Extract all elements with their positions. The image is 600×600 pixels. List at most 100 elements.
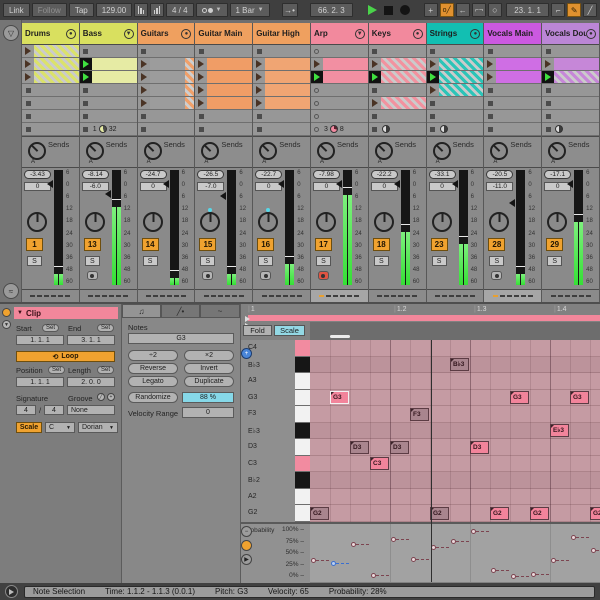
clip-slot[interactable] (79, 84, 137, 97)
group-circle-icon[interactable]: ● (470, 28, 481, 39)
clip-slot[interactable] (22, 71, 79, 84)
note-transform-duplicate[interactable]: Duplicate (184, 376, 234, 387)
piano-key[interactable] (295, 455, 310, 473)
clip-slot[interactable] (542, 97, 599, 110)
punch-out-button[interactable]: ╱ (583, 3, 598, 17)
clip-launch-button[interactable] (311, 97, 323, 109)
arm-button[interactable] (260, 271, 272, 280)
probability-marker[interactable] (491, 567, 496, 573)
clip-launch-button[interactable] (79, 71, 92, 83)
clip-slot[interactable] (368, 45, 426, 58)
probability-marker[interactable] (311, 557, 316, 563)
loop-toggle-button[interactable]: ⟲ Loop (16, 351, 115, 362)
clip-slot[interactable] (542, 71, 599, 84)
clip-slot[interactable] (368, 84, 426, 97)
clip-launch-button[interactable] (195, 110, 207, 122)
clip-launch-button[interactable] (80, 123, 92, 135)
set-end-button[interactable]: Set (97, 324, 115, 332)
piano-key[interactable] (295, 373, 310, 390)
session-expand-button[interactable]: ▽ (3, 25, 19, 41)
clip-slot[interactable] (79, 97, 137, 110)
clip-launch-button[interactable] (195, 58, 207, 70)
clip-slot[interactable] (253, 97, 310, 110)
solo-button[interactable]: S (84, 256, 100, 266)
track-number-activator[interactable]: 1 (26, 238, 43, 251)
group-circle-icon[interactable]: ● (585, 28, 596, 39)
nudge-down-button[interactable] (134, 3, 149, 17)
track-number-activator[interactable]: 23 (430, 238, 448, 251)
clip-launch-button[interactable] (369, 123, 381, 135)
loop-length-field[interactable]: 2. 0. 0 (67, 377, 115, 387)
clip-slot[interactable] (310, 84, 368, 97)
track-number-activator[interactable]: 28 (488, 238, 506, 251)
clip-slot[interactable] (484, 58, 542, 71)
solo-button[interactable]: S (373, 256, 389, 266)
clip-slot[interactable] (22, 97, 79, 110)
volume-fader-handle[interactable] (278, 179, 285, 188)
fold-button[interactable]: Fold (243, 325, 272, 336)
clip-launch-button[interactable] (138, 123, 150, 135)
probability-marker[interactable] (531, 571, 536, 577)
midi-note[interactable]: C3 (370, 457, 389, 471)
crossfade-assign-row[interactable] (368, 289, 426, 302)
velocity-range-field[interactable]: 0 (182, 407, 234, 418)
piano-key[interactable] (295, 356, 310, 374)
clip-slot[interactable] (542, 58, 599, 71)
clip-slot[interactable] (426, 71, 484, 84)
metronome-button[interactable]: ▼ (195, 3, 228, 17)
clip-launch-button[interactable] (22, 45, 34, 57)
pan-knob[interactable] (200, 212, 221, 232)
midi-note[interactable]: B♭3 (450, 358, 469, 372)
volume-fader-handle[interactable] (567, 179, 574, 188)
clip-launch-button[interactable] (195, 123, 207, 135)
note-transform-legato[interactable]: Legato (128, 376, 178, 387)
peak-level-readout[interactable]: -26.5 (197, 170, 225, 179)
clip-launch-button[interactable] (22, 123, 34, 135)
capture-midi-button[interactable]: ⌐¬ (471, 3, 486, 17)
clip-slot[interactable] (137, 97, 195, 110)
probability-marker[interactable] (351, 541, 356, 547)
reenable-automation-button[interactable]: ← (455, 3, 470, 17)
clip-slot[interactable] (253, 84, 310, 97)
solo-button[interactable]: S (200, 256, 216, 266)
arm-button[interactable] (86, 271, 98, 280)
send-a-knob[interactable] (85, 142, 104, 160)
clip-launch-button[interactable] (542, 45, 554, 57)
clip-slot[interactable] (137, 110, 195, 123)
arrangement-position-field[interactable]: 66. 2. 3 (309, 3, 354, 17)
clip-launch-button[interactable] (80, 45, 92, 57)
clip-slot[interactable] (426, 45, 484, 58)
peak-level-readout[interactable]: -7.98 (312, 170, 340, 179)
volume-field[interactable]: -7.0 (197, 182, 225, 191)
clip-launch-button[interactable] (311, 110, 323, 122)
probability-marker[interactable] (331, 561, 336, 567)
crossfade-assign-row[interactable] (79, 289, 137, 302)
midi-note[interactable]: F3 (410, 407, 429, 421)
pan-knob[interactable] (373, 212, 394, 232)
tab-expression[interactable]: ~ (200, 304, 240, 318)
clip-launch-button[interactable] (311, 58, 323, 70)
clip-launch-button[interactable] (542, 58, 554, 70)
track-number-activator[interactable]: 17 (314, 238, 332, 251)
clip-launch-button[interactable] (138, 71, 150, 83)
clip-slot[interactable] (195, 110, 253, 123)
clip-launch-button[interactable] (195, 45, 207, 57)
clip-launch-button[interactable] (80, 84, 92, 96)
clip-launch-button[interactable] (138, 97, 150, 109)
clip-launch-button[interactable] (138, 45, 150, 57)
group-circle-icon[interactable]: ● (412, 28, 423, 39)
peak-level-readout[interactable]: -8.14 (81, 170, 109, 179)
clip-slot[interactable] (79, 58, 137, 71)
lane-remove-button[interactable]: − (241, 526, 252, 537)
clip-launch-button[interactable] (426, 71, 439, 83)
clip-slot-footer[interactable] (137, 123, 195, 136)
clip-launch-button[interactable] (369, 84, 381, 96)
crossfade-assign-row[interactable] (253, 289, 310, 302)
clip-activator-led[interactable] (2, 308, 11, 317)
clip-slot[interactable] (542, 110, 599, 123)
clip-slot[interactable] (22, 45, 79, 58)
probability-marker[interactable] (451, 538, 456, 544)
probability-marker[interactable] (471, 529, 476, 535)
clip-slot[interactable] (310, 97, 368, 110)
solo-button[interactable]: S (489, 256, 505, 266)
